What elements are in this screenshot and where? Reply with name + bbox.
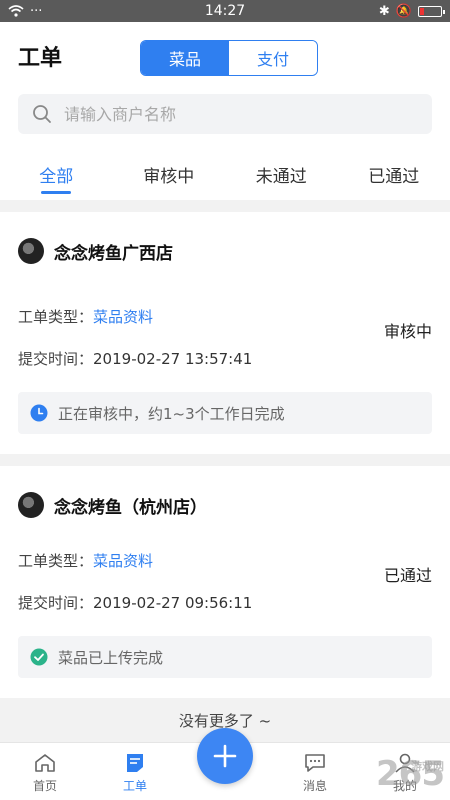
search-icon xyxy=(33,105,51,123)
submit-time-label: 提交时间： xyxy=(18,350,94,368)
plus-icon xyxy=(213,744,237,768)
submit-time-line: 提交时间：2019-02-27 09:56:11 xyxy=(18,592,252,613)
nav-orders-label: 工单 xyxy=(122,779,147,793)
status-notice: 菜品已上传完成 xyxy=(18,636,432,678)
home-icon xyxy=(35,754,55,772)
add-order-button[interactable] xyxy=(197,728,253,784)
status-time: 14:27 xyxy=(204,3,246,19)
store-row: 念念烤鱼广西店 xyxy=(18,238,173,264)
store-avatar xyxy=(18,238,44,264)
tab-bar: 全部 审核中 未通过 已通过 xyxy=(0,150,450,196)
clock-icon xyxy=(30,404,48,422)
status-bar: ··· 14:27 ✱ 🔕 xyxy=(0,0,450,22)
status-left: ··· xyxy=(8,4,42,19)
tab-all[interactable]: 全部 xyxy=(0,150,113,196)
document-icon xyxy=(127,754,143,772)
nav-home-label: 首页 xyxy=(32,779,57,793)
segment-dishes[interactable]: 菜品 xyxy=(141,41,229,75)
order-type-line: 工单类型：菜品资料 xyxy=(18,306,153,327)
header: 工单 菜品 支付 全部 审核中 未通过 已通过 xyxy=(0,22,450,200)
wifi-icon xyxy=(8,5,24,17)
store-avatar xyxy=(18,492,44,518)
tab-reviewing[interactable]: 审核中 xyxy=(113,150,226,196)
status-right: ✱ 🔕 xyxy=(378,3,445,19)
bluetooth-icon: ✱ xyxy=(378,3,390,19)
order-type-value[interactable]: 菜品资料 xyxy=(93,308,153,326)
notice-text: 正在审核中，约1~3个工作日完成 xyxy=(58,404,285,423)
search-bar xyxy=(18,94,432,134)
submit-time-value: 2019-02-27 09:56:11 xyxy=(93,594,253,612)
search-input[interactable] xyxy=(64,104,404,124)
message-icon xyxy=(305,754,325,772)
nav-orders[interactable]: 工单 xyxy=(90,743,180,800)
nav-home[interactable]: 首页 xyxy=(0,743,90,800)
order-status: 已通过 xyxy=(383,566,432,585)
order-type-value[interactable]: 菜品资料 xyxy=(93,552,153,570)
order-card[interactable]: 念念烤鱼广西店 工单类型：菜品资料 审核中 提交时间：2019-02-27 13… xyxy=(0,212,450,454)
nav-messages-label: 消息 xyxy=(302,779,327,793)
order-type-label: 工单类型： xyxy=(18,552,94,570)
notice-text: 菜品已上传完成 xyxy=(58,648,164,667)
page-title: 工单 xyxy=(18,46,63,71)
segment-control: 菜品 支付 xyxy=(140,40,318,76)
watermark-sub: 游戏网 xyxy=(411,760,444,773)
submit-time-label: 提交时间： xyxy=(18,594,94,612)
tab-rejected[interactable]: 未通过 xyxy=(225,150,338,196)
status-notice: 正在审核中，约1~3个工作日完成 xyxy=(18,392,432,434)
segment-payment[interactable]: 支付 xyxy=(229,41,317,75)
store-name: 念念烤鱼广西店 xyxy=(54,243,173,264)
store-name: 念念烤鱼（杭州店） xyxy=(54,497,207,518)
nav-messages[interactable]: 消息 xyxy=(270,743,360,800)
order-card[interactable]: 念念烤鱼（杭州店） 工单类型：菜品资料 已通过 提交时间：2019-02-27 … xyxy=(0,466,450,698)
watermark-logo: 265 游戏网 xyxy=(376,754,445,794)
check-circle-icon xyxy=(30,648,48,666)
store-row: 念念烤鱼（杭州店） xyxy=(18,492,207,518)
submit-time-line: 提交时间：2019-02-27 13:57:41 xyxy=(18,348,252,369)
battery-icon xyxy=(418,5,445,17)
submit-time-value: 2019-02-27 13:57:41 xyxy=(93,350,253,368)
tab-approved[interactable]: 已通过 xyxy=(338,150,450,196)
order-type-label: 工单类型： xyxy=(18,308,94,326)
order-type-line: 工单类型：菜品资料 xyxy=(18,550,153,571)
mute-bell-icon: 🔕 xyxy=(395,3,412,19)
more-dots-icon: ··· xyxy=(30,3,43,19)
order-status: 审核中 xyxy=(383,322,432,341)
